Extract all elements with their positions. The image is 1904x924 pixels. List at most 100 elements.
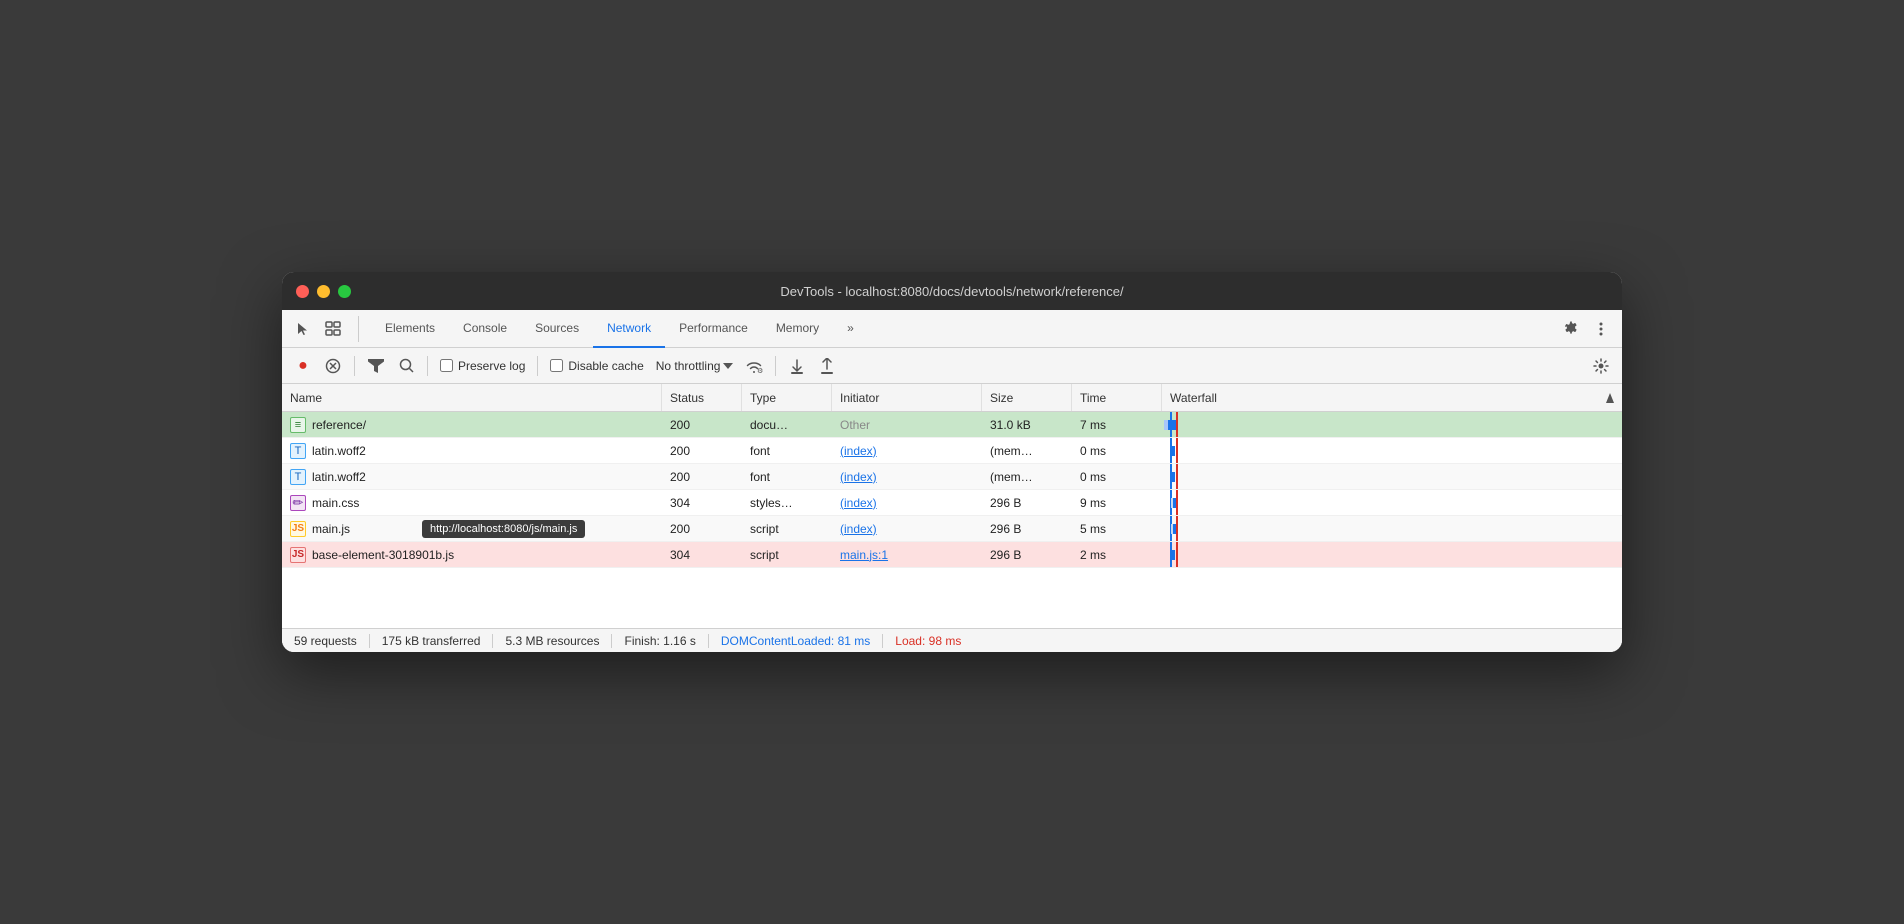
td-waterfall [1162, 542, 1622, 567]
td-time: 2 ms [1072, 542, 1162, 567]
table-row[interactable]: T latin.woff2 200 font (index) (mem… 0 m… [282, 438, 1622, 464]
more-options-icon[interactable] [1588, 316, 1614, 342]
transferred-size: 175 kB transferred [370, 634, 494, 648]
search-icon[interactable] [393, 353, 419, 379]
td-status: 200 [662, 516, 742, 541]
toolbar-right [1588, 353, 1614, 379]
clear-button[interactable] [320, 353, 346, 379]
td-status: 200 [662, 438, 742, 463]
finish-time: Finish: 1.16 s [612, 634, 708, 648]
td-initiator[interactable]: (index) [832, 438, 982, 463]
doc-icon: ≡ [290, 417, 306, 433]
td-waterfall [1162, 490, 1622, 515]
td-initiator[interactable]: main.js:1 [832, 542, 982, 567]
td-name: T latin.woff2 [282, 464, 662, 489]
network-settings-icon[interactable] [1588, 353, 1614, 379]
tab-bar-left-icons [290, 316, 359, 342]
inspect-icon[interactable] [320, 316, 346, 342]
td-initiator[interactable]: (index) [832, 490, 982, 515]
th-type[interactable]: Type [742, 384, 832, 411]
td-waterfall [1162, 464, 1622, 489]
td-name: JS main.js http://localhost:8080/js/main… [282, 516, 662, 541]
td-initiator[interactable]: (index) [832, 516, 982, 541]
network-table: Name Status Type Initiator Size Time Wat… [282, 384, 1622, 628]
minimize-button[interactable] [317, 285, 330, 298]
td-initiator: Other [832, 412, 982, 437]
maximize-button[interactable] [338, 285, 351, 298]
load-time: Load: 98 ms [883, 634, 973, 648]
td-waterfall [1162, 516, 1622, 541]
tab-elements[interactable]: Elements [371, 310, 449, 348]
css-icon: ✏ [290, 495, 306, 511]
td-time: 9 ms [1072, 490, 1162, 515]
close-button[interactable] [296, 285, 309, 298]
cursor-icon[interactable] [290, 316, 316, 342]
th-waterfall[interactable]: Waterfall [1162, 384, 1622, 411]
tab-bar-right [1558, 316, 1614, 342]
toolbar-divider-3 [537, 356, 538, 376]
td-name: ≡ reference/ [282, 412, 662, 437]
td-time: 7 ms [1072, 412, 1162, 437]
preserve-log-text: Preserve log [458, 359, 525, 373]
td-time: 0 ms [1072, 464, 1162, 489]
font-icon: T [290, 443, 306, 459]
td-status: 200 [662, 412, 742, 437]
td-size: 31.0 kB [982, 412, 1072, 437]
js-error-icon: JS [290, 547, 306, 563]
td-status: 304 [662, 542, 742, 567]
td-type: font [742, 438, 832, 463]
url-tooltip: http://localhost:8080/js/main.js [422, 520, 585, 538]
td-size: 296 B [982, 490, 1072, 515]
table-row[interactable]: JS main.js http://localhost:8080/js/main… [282, 516, 1622, 542]
traffic-lights [296, 285, 351, 298]
preserve-log-checkbox[interactable] [440, 359, 453, 372]
td-size: (mem… [982, 438, 1072, 463]
th-time[interactable]: Time [1072, 384, 1162, 411]
devtools-body: Elements Console Sources Network Perform… [282, 310, 1622, 652]
resources-size: 5.3 MB resources [493, 634, 612, 648]
td-type: font [742, 464, 832, 489]
import-icon[interactable] [784, 353, 810, 379]
record-button[interactable]: ● [290, 353, 316, 379]
wifi-settings-icon[interactable]: ⚙ [741, 353, 767, 379]
th-status[interactable]: Status [662, 384, 742, 411]
tab-sources[interactable]: Sources [521, 310, 593, 348]
td-initiator[interactable]: (index) [832, 464, 982, 489]
td-name: JS base-element-3018901b.js [282, 542, 662, 567]
table-row[interactable]: JS base-element-3018901b.js 304 script m… [282, 542, 1622, 568]
tab-memory[interactable]: Memory [762, 310, 833, 348]
empty-area [282, 568, 1622, 628]
td-waterfall [1162, 438, 1622, 463]
table-row[interactable]: T latin.woff2 200 font (index) (mem… 0 m… [282, 464, 1622, 490]
td-type: script [742, 516, 832, 541]
requests-count: 59 requests [294, 634, 370, 648]
th-size[interactable]: Size [982, 384, 1072, 411]
toolbar-divider-2 [427, 356, 428, 376]
table-row[interactable]: ≡ reference/ 200 docu… Other 31.0 kB 7 m… [282, 412, 1622, 438]
svg-text:⚙: ⚙ [757, 367, 763, 373]
td-type: styles… [742, 490, 832, 515]
network-toolbar: ● [282, 348, 1622, 384]
toolbar-divider-4 [775, 356, 776, 376]
toolbar-divider-1 [354, 356, 355, 376]
tab-performance[interactable]: Performance [665, 310, 762, 348]
tab-more[interactable]: » [833, 310, 868, 348]
td-status: 304 [662, 490, 742, 515]
td-name: ✏ main.css [282, 490, 662, 515]
throttle-selector[interactable]: No throttling [652, 357, 738, 375]
disable-cache-checkbox[interactable] [550, 359, 563, 372]
settings-icon[interactable] [1558, 316, 1584, 342]
td-waterfall [1162, 412, 1622, 437]
preserve-log-label[interactable]: Preserve log [440, 359, 525, 373]
tab-console[interactable]: Console [449, 310, 521, 348]
table-header: Name Status Type Initiator Size Time Wat… [282, 384, 1622, 412]
th-initiator[interactable]: Initiator [832, 384, 982, 411]
tab-network[interactable]: Network [593, 310, 665, 348]
title-bar: DevTools - localhost:8080/docs/devtools/… [282, 272, 1622, 310]
filter-icon[interactable] [363, 353, 389, 379]
table-row[interactable]: ✏ main.css 304 styles… (index) 296 B 9 m… [282, 490, 1622, 516]
export-icon[interactable] [814, 353, 840, 379]
disable-cache-label[interactable]: Disable cache [550, 359, 643, 373]
th-name[interactable]: Name [282, 384, 662, 411]
status-bar: 59 requests 175 kB transferred 5.3 MB re… [282, 628, 1622, 652]
